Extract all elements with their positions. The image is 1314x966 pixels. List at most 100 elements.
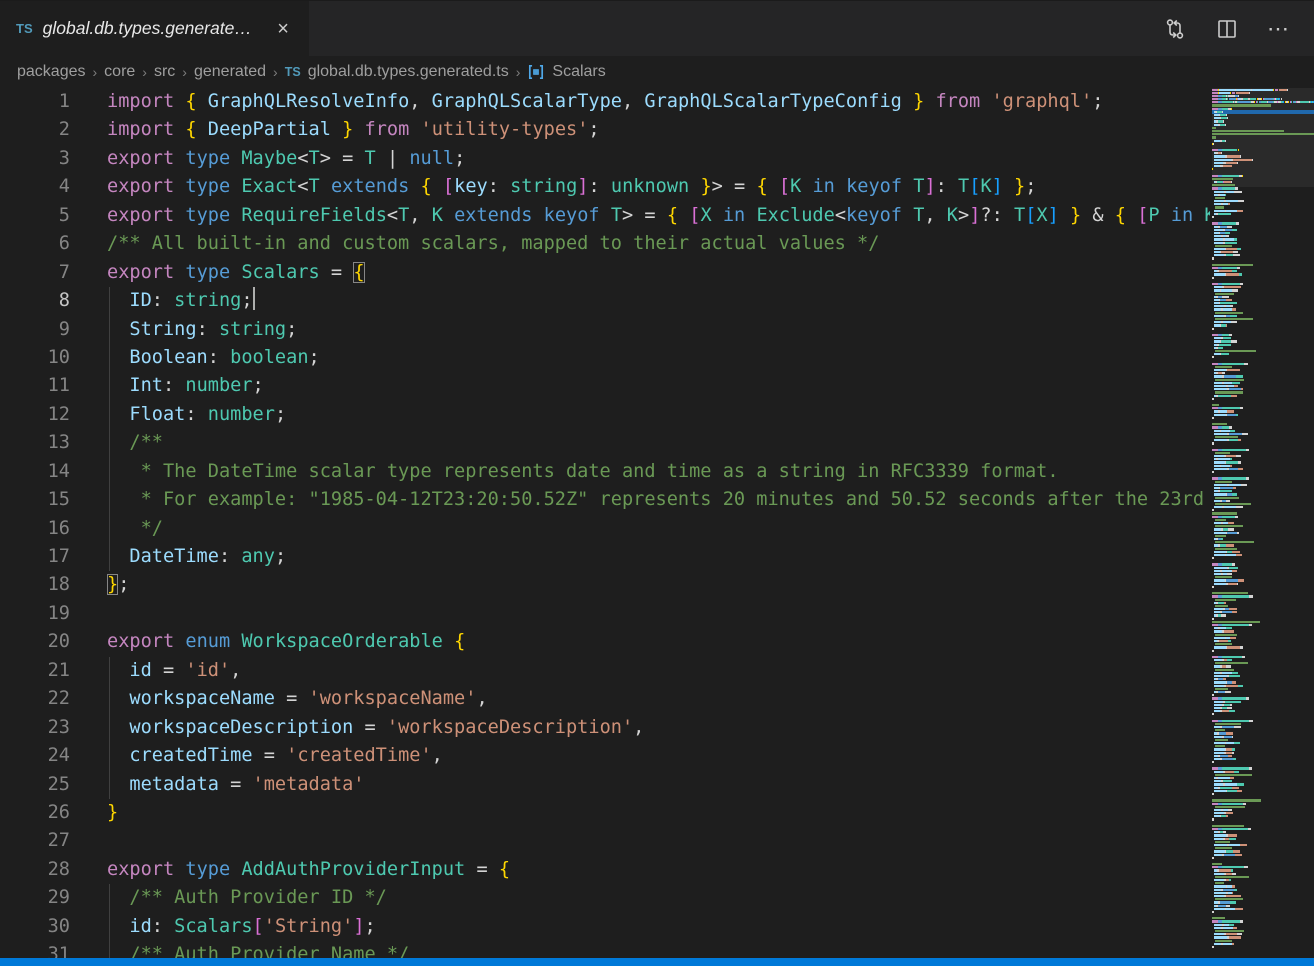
code-line[interactable]: export type Scalars = { xyxy=(107,259,1210,287)
code-line[interactable]: * The DateTime scalar type represents da… xyxy=(107,458,1210,486)
code-token: { xyxy=(185,119,196,140)
code-token: : xyxy=(219,546,241,567)
code-token: K xyxy=(1204,205,1210,226)
line-number[interactable]: 15 xyxy=(0,486,70,514)
code-line[interactable]: /** Auth Provider Name */ xyxy=(107,941,1210,958)
code-line[interactable]: ID: string; xyxy=(107,287,1210,315)
code-token: String xyxy=(129,319,196,340)
line-number[interactable]: 13 xyxy=(0,429,70,457)
code-line[interactable]: }; xyxy=(107,571,1210,599)
code-line[interactable]: Int: number; xyxy=(107,372,1210,400)
code-token: createdTime xyxy=(129,745,252,766)
breadcrumb-item-scalars[interactable]: Scalars xyxy=(527,63,605,81)
line-number[interactable]: 23 xyxy=(0,714,70,742)
indent-guide xyxy=(109,458,110,486)
code-line[interactable]: /** All built-in and custom scalars, map… xyxy=(107,230,1210,258)
line-number[interactable]: 29 xyxy=(0,884,70,912)
line-number[interactable]: 17 xyxy=(0,543,70,571)
code-line[interactable]: /** xyxy=(107,429,1210,457)
line-number[interactable]: 11 xyxy=(0,372,70,400)
code-line[interactable]: * For example: "1985-04-12T23:20:50.52Z"… xyxy=(107,486,1210,514)
line-number[interactable]: 6 xyxy=(0,230,70,258)
line-number[interactable]: 12 xyxy=(0,401,70,429)
open-changes-icon[interactable] xyxy=(1162,16,1188,42)
breadcrumb-item-packages[interactable]: packages xyxy=(17,63,86,81)
code-token: ; xyxy=(275,546,286,567)
code-line[interactable] xyxy=(107,827,1210,855)
code-line[interactable]: createdTime = 'createdTime', xyxy=(107,742,1210,770)
line-number[interactable]: 25 xyxy=(0,771,70,799)
line-number[interactable]: 9 xyxy=(0,316,70,344)
line-number[interactable]: 14 xyxy=(0,458,70,486)
code-token: } xyxy=(107,802,118,823)
code-line[interactable]: DateTime: any; xyxy=(107,543,1210,571)
line-number[interactable]: 26 xyxy=(0,799,70,827)
line-number[interactable]: 27 xyxy=(0,827,70,855)
line-number[interactable]: 10 xyxy=(0,344,70,372)
code-line[interactable]: id = 'id', xyxy=(107,657,1210,685)
tab-global-db-types-generated[interactable]: TS global.db.types.generated.ts × xyxy=(0,1,310,56)
line-number[interactable]: 20 xyxy=(0,628,70,656)
line-number[interactable]: 3 xyxy=(0,145,70,173)
code-token: in xyxy=(723,205,757,226)
indent-guide xyxy=(109,657,110,685)
line-number[interactable]: 28 xyxy=(0,856,70,884)
code-line[interactable] xyxy=(107,600,1210,628)
code-token: [ xyxy=(689,205,700,226)
code-token: 'id' xyxy=(185,660,230,681)
code-line[interactable]: workspaceDescription = 'workspaceDescrip… xyxy=(107,714,1210,742)
indent-guide xyxy=(109,742,110,770)
tab-close-icon[interactable]: × xyxy=(271,17,295,41)
line-number[interactable]: 22 xyxy=(0,685,70,713)
code-line[interactable]: Boolean: boolean; xyxy=(107,344,1210,372)
line-number[interactable]: 4 xyxy=(0,173,70,201)
code-line[interactable]: workspaceName = 'workspaceName', xyxy=(107,685,1210,713)
code-line[interactable]: export type RequireFields<T, K extends k… xyxy=(107,202,1210,230)
code-line[interactable]: export type AddAuthProviderInput = { xyxy=(107,856,1210,884)
line-number[interactable]: 5 xyxy=(0,202,70,230)
code-token: in xyxy=(812,176,846,197)
line-number[interactable]: 19 xyxy=(0,600,70,628)
code-token: , xyxy=(622,91,633,112)
code-line[interactable]: import { DeepPartial } from 'utility-typ… xyxy=(107,116,1210,144)
breadcrumb-item-global-db-types-generated-ts[interactable]: TSglobal.db.types.generated.ts xyxy=(285,63,509,81)
code-token: workspaceDescription xyxy=(129,717,353,738)
code-line[interactable]: } xyxy=(107,799,1210,827)
code-token xyxy=(107,404,129,425)
code-token: ; xyxy=(286,319,297,340)
code-line[interactable]: */ xyxy=(107,515,1210,543)
split-editor-icon[interactable] xyxy=(1214,16,1240,42)
line-number-gutter[interactable]: 1234567891011121314151617181920212223242… xyxy=(0,88,70,966)
breadcrumb-item-src[interactable]: src xyxy=(154,63,175,81)
code-token: GraphQLResolveInfo xyxy=(197,91,410,112)
code-line[interactable]: import { GraphQLResolveInfo, GraphQLScal… xyxy=(107,88,1210,116)
breadcrumb-item-core[interactable]: core xyxy=(104,63,135,81)
code-area[interactable]: import { GraphQLResolveInfo, GraphQLScal… xyxy=(107,88,1210,958)
code-line[interactable]: export enum WorkspaceOrderable { xyxy=(107,628,1210,656)
more-actions-icon[interactable]: ⋯ xyxy=(1266,16,1292,42)
line-number[interactable]: 7 xyxy=(0,259,70,287)
code-line[interactable]: Float: number; xyxy=(107,401,1210,429)
line-number[interactable]: 30 xyxy=(0,913,70,941)
line-number[interactable]: 18 xyxy=(0,571,70,599)
code-line[interactable]: String: string; xyxy=(107,316,1210,344)
code-token: string xyxy=(219,319,286,340)
minimap[interactable] xyxy=(1212,88,1314,958)
code-line[interactable]: export type Exact<T extends { [key: stri… xyxy=(107,173,1210,201)
line-number[interactable]: 21 xyxy=(0,657,70,685)
code-line[interactable]: metadata = 'metadata' xyxy=(107,771,1210,799)
text-cursor xyxy=(253,287,255,310)
code-line[interactable]: /** Auth Provider ID */ xyxy=(107,884,1210,912)
line-number[interactable]: 1 xyxy=(0,88,70,116)
line-number[interactable]: 2 xyxy=(0,116,70,144)
line-number[interactable]: 8 xyxy=(0,287,70,315)
line-number[interactable]: 16 xyxy=(0,515,70,543)
code-line[interactable]: export type Maybe<T> = T | null; xyxy=(107,145,1210,173)
editor-pane[interactable]: 1234567891011121314151617181920212223242… xyxy=(0,87,1314,958)
code-token xyxy=(107,717,129,738)
code-token: number xyxy=(208,404,275,425)
breadcrumb-item-generated[interactable]: generated xyxy=(194,63,266,81)
code-token: , xyxy=(409,205,431,226)
code-line[interactable]: id: Scalars['String']; xyxy=(107,913,1210,941)
line-number[interactable]: 24 xyxy=(0,742,70,770)
